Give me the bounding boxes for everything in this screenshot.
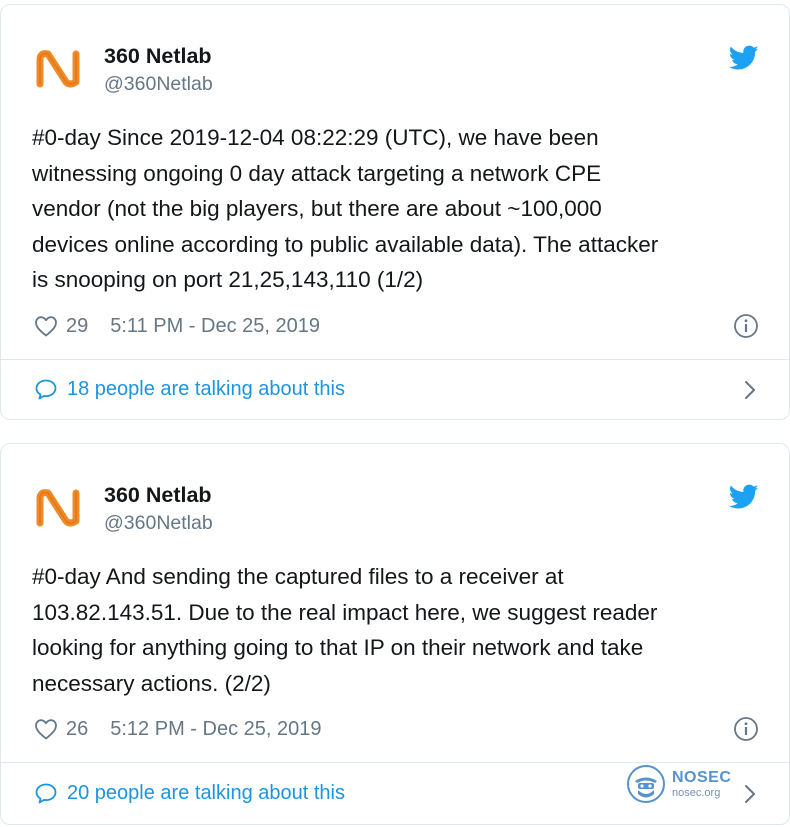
watermark-brand: NOSEC <box>672 768 732 786</box>
tweet-text-line: is snooping on port 21,25,143,110 (1/2) <box>32 267 424 292</box>
tweet-meta: 29 5:11 PM - Dec 25, 2019 <box>34 311 320 341</box>
tweet-text-line: #0-day And sending the captured files to… <box>32 564 564 589</box>
author-name[interactable]: 360 Netlab <box>104 43 212 69</box>
tweet-text-line: 103.82.143.51. Due to the real impact he… <box>32 599 658 625</box>
tweet-text-line: #0-day Since 2019-12-04 08:22:29 (UTC), … <box>32 125 599 150</box>
like-count[interactable]: 26 <box>66 718 88 741</box>
twitter-bird-icon[interactable] <box>729 484 759 510</box>
tweet-text-line: looking for anything going to that IP on… <box>32 635 644 660</box>
talking-link[interactable]: 18 people are talking about this <box>34 374 759 404</box>
netlab-logo-avatar[interactable] <box>32 481 84 533</box>
watermark-site: nosec.org <box>672 786 721 799</box>
chevron-right-icon[interactable] <box>743 379 757 401</box>
heart-outline-icon[interactable] <box>34 315 58 337</box>
like-count[interactable]: 29 <box>66 315 88 338</box>
heart-outline-icon[interactable] <box>34 718 58 740</box>
tweet-card[interactable]: 360 Netlab @360Netlab #0-day Since 2019-… <box>0 4 790 420</box>
talking-label[interactable]: 20 people are talking about this <box>67 782 345 805</box>
tweet-text: #0-day And sending the captured files to… <box>32 559 762 701</box>
tweet-meta: 26 5:12 PM - Dec 25, 2019 <box>34 714 321 744</box>
speech-bubble-icon <box>34 378 58 400</box>
tweet-timestamp[interactable]: 5:12 PM - Dec 25, 2019 <box>110 718 321 741</box>
info-circle-icon[interactable] <box>733 313 759 339</box>
talking-label[interactable]: 18 people are talking about this <box>67 378 345 401</box>
info-circle-icon[interactable] <box>733 716 759 742</box>
divider <box>1 359 789 360</box>
netlab-logo-avatar[interactable] <box>32 42 84 94</box>
nosec-logo-icon <box>626 764 666 804</box>
tweet-text-line: necessary actions. (2/2) <box>32 670 271 696</box>
tweet-text-line: devices online according to public avail… <box>32 231 659 257</box>
chevron-right-icon[interactable] <box>743 783 757 805</box>
author-name[interactable]: 360 Netlab <box>104 482 212 508</box>
twitter-bird-icon[interactable] <box>729 45 759 71</box>
tweet-text-line: vendor (not the big players, but there a… <box>32 196 602 221</box>
nosec-watermark: NOSEC nosec.org <box>626 762 731 806</box>
author-handle[interactable]: @360Netlab <box>104 72 213 96</box>
author-handle[interactable]: @360Netlab <box>104 511 213 535</box>
tweet-timestamp[interactable]: 5:11 PM - Dec 25, 2019 <box>110 315 320 338</box>
speech-bubble-icon <box>34 782 58 804</box>
tweet-text: #0-day Since 2019-12-04 08:22:29 (UTC), … <box>32 120 762 298</box>
tweet-text-line: witnessing ongoing 0 day attack targetin… <box>32 160 602 186</box>
